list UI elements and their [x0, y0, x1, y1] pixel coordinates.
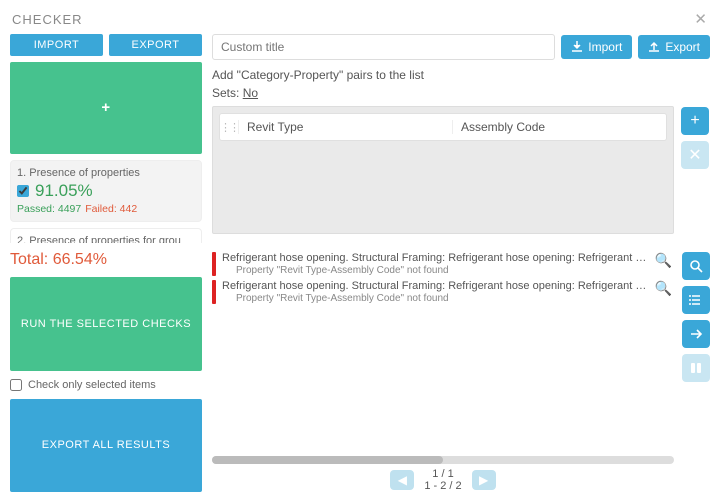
result-item[interactable]: Refrigerant hose opening. Structural Fra…	[212, 280, 674, 304]
export-button[interactable]: EXPORT	[109, 34, 202, 56]
total-label: Total: 66.54%	[10, 249, 202, 271]
export-all-button[interactable]: EXPORT ALL RESULTS	[10, 399, 202, 493]
window-title: CHECKER	[12, 12, 83, 27]
search-button[interactable]	[682, 252, 710, 280]
go-button[interactable]	[682, 320, 710, 348]
check-card[interactable]: 1. Presence of properties 91.05% Passed:…	[10, 160, 202, 222]
download-icon	[571, 41, 583, 53]
grid-row[interactable]: ⋮⋮ Revit Type Assembly Code	[219, 113, 667, 141]
next-page-button[interactable]: ▶	[472, 470, 496, 490]
zoom-icon[interactable]: 🔍	[653, 252, 674, 269]
custom-title-input[interactable]	[212, 34, 555, 60]
horizontal-scrollbar[interactable]	[212, 456, 674, 464]
run-checks-button[interactable]: RUN THE SELECTED CHECKS	[10, 277, 202, 371]
close-icon[interactable]: ✕	[694, 10, 708, 28]
check-passed: Passed: 4497	[17, 203, 81, 215]
sets-label: Sets: No	[212, 86, 674, 100]
result-title: Refrigerant hose opening. Structural Fra…	[222, 252, 647, 264]
result-detail: Property "Revit Type-Assembly Code" not …	[222, 293, 647, 304]
chevron-left-icon: ◀	[398, 473, 407, 487]
hint-text: Add "Category-Property" pairs to the lis…	[212, 68, 674, 82]
check-failed: Failed: 442	[85, 203, 137, 215]
results-list: Refrigerant hose opening. Structural Fra…	[212, 252, 674, 304]
search-icon	[689, 259, 703, 273]
check-percent: 91.05%	[35, 181, 93, 201]
add-check-button[interactable]: +	[10, 62, 202, 154]
check-only-label: Check only selected items	[28, 379, 156, 391]
upload-icon	[648, 41, 660, 53]
drag-handle-icon[interactable]: ⋮⋮	[220, 121, 238, 134]
panel-export-button[interactable]: Export	[638, 35, 710, 59]
checks-list: 1. Presence of properties 91.05% Passed:…	[10, 160, 202, 244]
result-title: Refrigerant hose opening. Structural Fra…	[222, 280, 647, 292]
error-bar-icon	[212, 252, 216, 276]
import-button[interactable]: IMPORT	[10, 34, 103, 56]
add-row-button[interactable]: +	[681, 107, 709, 135]
arrow-right-icon	[689, 327, 703, 341]
check-card[interactable]: 2. Presence of properties for grou 100.0…	[10, 228, 202, 244]
range-indicator: 1 - 2 / 2	[424, 480, 461, 492]
prev-page-button[interactable]: ◀	[390, 470, 414, 490]
error-bar-icon	[212, 280, 216, 304]
list-icon	[689, 293, 703, 307]
sets-value[interactable]: No	[243, 86, 258, 100]
pager: ◀ 1 / 1 1 - 2 / 2 ▶	[212, 468, 674, 492]
grid-cell-property[interactable]: Assembly Code	[452, 120, 666, 134]
grid-cell-category[interactable]: Revit Type	[238, 120, 452, 134]
columns-icon	[689, 361, 703, 375]
page-indicator: 1 / 1	[424, 468, 461, 480]
zoom-icon[interactable]: 🔍	[653, 280, 674, 297]
panel-import-button[interactable]: Import	[561, 35, 632, 59]
x-icon: ✕	[688, 145, 701, 165]
check-only-checkbox[interactable]	[10, 379, 22, 391]
result-detail: Property "Revit Type-Assembly Code" not …	[222, 265, 647, 276]
check-title: 2. Presence of properties for grou	[17, 235, 193, 244]
plus-icon: +	[690, 112, 699, 130]
check-title: 1. Presence of properties	[17, 167, 193, 179]
result-item[interactable]: Refrigerant hose opening. Structural Fra…	[212, 252, 674, 276]
check-only-selected[interactable]: Check only selected items	[10, 377, 202, 393]
scrollbar-thumb[interactable]	[212, 456, 443, 464]
extra-button	[682, 354, 710, 382]
check-checkbox[interactable]	[17, 185, 29, 197]
list-button[interactable]	[682, 286, 710, 314]
pairs-grid: ⋮⋮ Revit Type Assembly Code + ✕	[212, 106, 674, 234]
chevron-right-icon: ▶	[479, 473, 488, 487]
delete-row-button: ✕	[681, 141, 709, 169]
